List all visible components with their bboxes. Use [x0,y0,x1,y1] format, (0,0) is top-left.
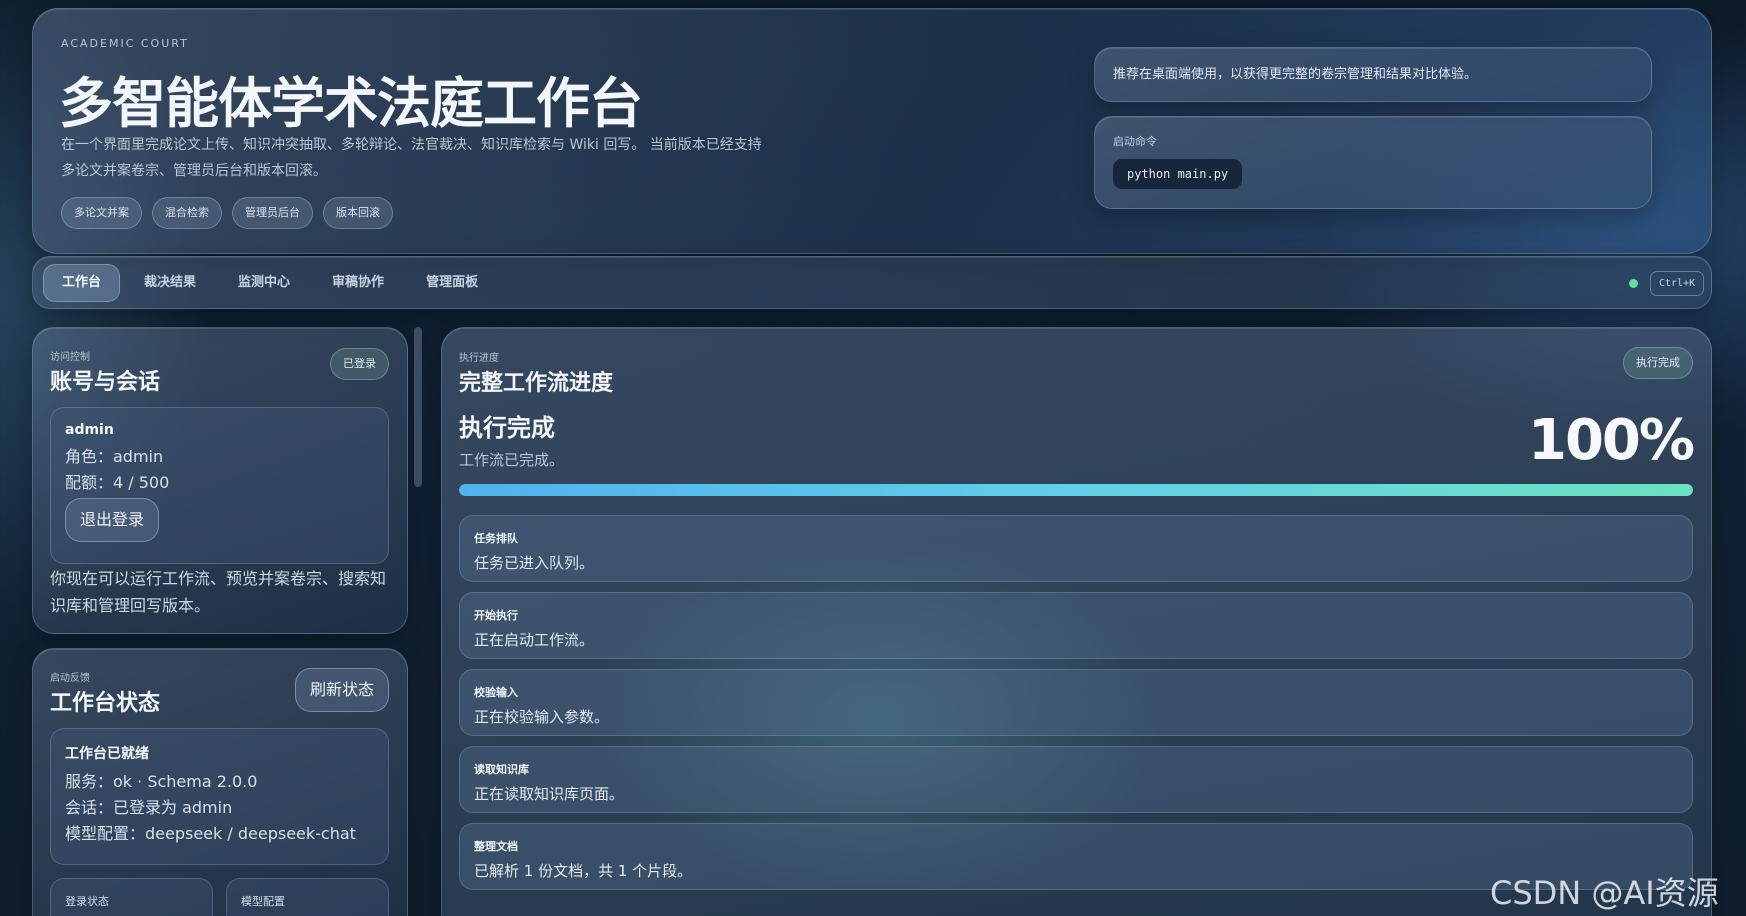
status-dot-icon [1629,279,1638,288]
logged-in-badge: 已登录 [330,348,389,380]
tab-verdicts[interactable]: 裁决结果 [126,264,214,302]
step-label: 整理文档 [474,840,518,853]
account-hint: 你现在可以运行工作流、预览并案卷宗、搜索知 识库和管理回写版本。 [50,565,386,619]
step-label: 开始执行 [474,609,518,622]
start-command-label: 启动命令 [1113,135,1157,148]
progress-status: 执行完成 [459,414,555,442]
step-item: 校验输入 正在校验输入参数。 [459,669,1693,736]
step-text: 正在启动工作流。 [474,631,595,649]
login-status-mini: 登录状态 [50,878,213,916]
start-command-code[interactable]: python main.py [1113,159,1243,189]
workbench-status-card: 启动反馈 工作台状态 刷新状态 工作台已就绪 服务：ok · Schema 2.… [32,648,408,916]
account-quota: 配额：4 / 500 [65,473,170,492]
step-text: 任务已进入队列。 [474,554,595,572]
tab-review[interactable]: 审稿协作 [314,264,402,302]
hero-eyebrow: ACADEMIC COURT [61,37,189,50]
main-nav: 工作台 裁决结果 监测中心 审稿协作 管理面板 Ctrl+K [32,256,1712,309]
account-hint-line: 你现在可以运行工作流、预览并案卷宗、搜索知 [50,569,387,588]
progress-bar [459,484,1693,496]
progress-panel: 执行进度 完整工作流进度 执行完成 执行完成 工作流已完成。 100% 任务排队… [441,327,1712,916]
tab-admin[interactable]: 管理面板 [408,264,496,302]
hero-panel: ACADEMIC COURT 多智能体学术法庭工作台 在一个界面里完成论文上传、… [32,8,1712,254]
account-info: admin 角色：admin 配额：4 / 500 退出登录 [50,407,389,564]
account-title: 账号与会话 [50,370,161,395]
step-item: 读取知识库 正在读取知识库页面。 [459,746,1693,813]
execution-done-badge: 执行完成 [1623,347,1693,379]
step-label: 校验输入 [474,686,518,699]
chip-hybrid-search[interactable]: 混合检索 [152,197,222,229]
left-column-scrollbar[interactable] [414,327,422,487]
workbench-title: 工作台状态 [50,691,161,716]
page-title: 多智能体学术法庭工作台 [59,72,643,135]
watermark: CSDN @AI资源库 [1490,874,1719,912]
feature-chips: 多论文并案 混合检索 管理员后台 版本回滚 [61,197,393,229]
workbench-session: 会话：已登录为 admin [65,798,233,817]
desktop-note: 推荐在桌面端使用，以获得更完整的卷宗管理和结果对比体验。 [1094,47,1652,102]
step-item: 开始执行 正在启动工作流。 [459,592,1693,659]
account-username: admin [65,422,114,438]
progress-eyebrow: 执行进度 [459,353,499,364]
chip-admin[interactable]: 管理员后台 [232,197,313,229]
account-role: 角色：admin [65,447,164,466]
logout-button[interactable]: 退出登录 [65,498,160,542]
refresh-status-button[interactable]: 刷新状态 [294,668,389,712]
workbench-ready: 工作台已就绪 [65,746,149,762]
progress-percent: 100% [1527,408,1695,473]
step-text: 正在读取知识库页面。 [474,785,625,803]
workbench-eyebrow: 启动反馈 [50,673,90,684]
start-command-box: 启动命令 python main.py [1094,116,1652,209]
tab-workbench[interactable]: 工作台 [43,264,121,302]
workbench-model: 模型配置：deepseek / deepseek-chat [65,824,356,843]
hero-description-line: 在一个界面里完成论文上传、知识冲突抽取、多轮辩论、法官裁决、知识库检索与 Wik… [61,137,762,153]
workbench-service: 服务：ok · Schema 2.0.0 [65,772,258,791]
progress-bar-fill [459,484,1693,496]
step-label: 任务排队 [474,532,518,545]
step-list: 任务排队 任务已进入队列。 开始执行 正在启动工作流。 校验输入 正在校验输入参… [459,515,1693,900]
step-item: 任务排队 任务已进入队列。 [459,515,1693,582]
account-eyebrow: 访问控制 [50,352,90,363]
account-hint-line: 识库和管理回写版本。 [50,596,211,615]
command-palette-shortcut[interactable]: Ctrl+K [1650,271,1705,296]
account-card: 访问控制 账号与会话 已登录 admin 角色：admin 配额：4 / 500… [32,327,408,634]
hero-description-line: 多论文并案卷宗、管理员后台和版本回滚。 [61,163,327,179]
tab-monitor[interactable]: 监测中心 [220,264,308,302]
progress-title: 完整工作流进度 [459,371,614,396]
step-text: 正在校验输入参数。 [474,708,610,726]
workbench-info: 工作台已就绪 服务：ok · Schema 2.0.0 会话：已登录为 admi… [50,728,389,865]
hero-description: 在一个界面里完成论文上传、知识冲突抽取、多轮辩论、法官裁决、知识库检索与 Wik… [61,132,821,184]
nav-tabs: 工作台 裁决结果 监测中心 审稿协作 管理面板 [43,264,496,302]
step-label: 读取知识库 [474,763,529,776]
progress-status-sub: 工作流已完成。 [459,451,565,469]
model-config-mini: 模型配置 [226,878,389,916]
chip-multi-paper[interactable]: 多论文并案 [61,197,142,229]
chip-rollback[interactable]: 版本回滚 [323,197,393,229]
